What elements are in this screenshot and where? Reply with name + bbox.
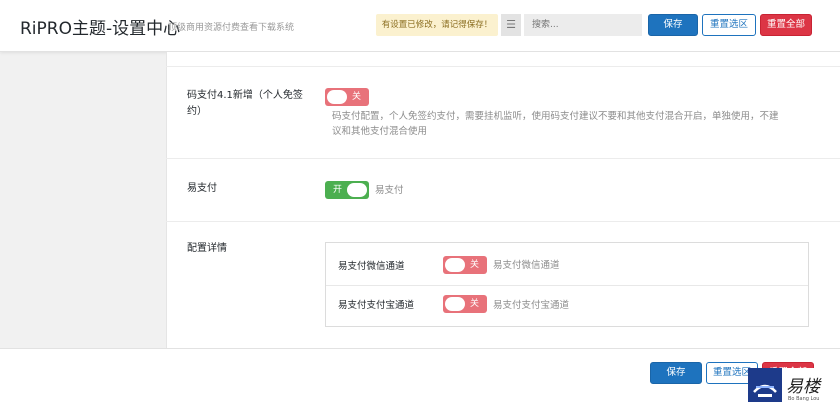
wechat-channel-description: 易支付微信通道 bbox=[493, 260, 560, 271]
alipay-channel-description: 易支付支付宝通道 bbox=[493, 300, 570, 311]
epay-toggle[interactable]: 开 bbox=[325, 181, 369, 199]
toggle-knob bbox=[347, 183, 367, 197]
toggle-state-label: 关 bbox=[469, 260, 479, 270]
field-label-config: 配置详情 bbox=[187, 243, 227, 254]
reset-all-button[interactable]: 重置全部 bbox=[760, 14, 812, 36]
watermark-text: 易楼 bbox=[786, 377, 820, 397]
page-title: RiPRO主题-设置中心 bbox=[20, 19, 181, 39]
save-button[interactable]: 保存 bbox=[650, 362, 702, 384]
reset-section-button[interactable]: 重置选区 bbox=[702, 14, 756, 36]
watermark-logo-icon bbox=[748, 368, 782, 402]
alipay-channel-toggle[interactable]: 关 bbox=[443, 295, 487, 313]
top-bar: RiPRO主题-设置中心 顶级商用资源付费查看下载系统 有设置已修改，请记得保存… bbox=[0, 0, 840, 52]
toggle-state-label: 关 bbox=[469, 299, 479, 309]
page-subtitle: 顶级商用资源付费查看下载系统 bbox=[168, 23, 295, 33]
watermark-subtext: Bo Bang Lou bbox=[788, 396, 820, 402]
alipay-channel-label: 易支付支付宝通道 bbox=[338, 300, 415, 311]
wechat-channel-toggle[interactable]: 关 bbox=[443, 256, 487, 274]
field-label-line: 码支付4.1新增（个人免签 bbox=[187, 90, 303, 101]
divider bbox=[166, 66, 840, 67]
toggle-knob bbox=[445, 258, 465, 272]
toggle-knob bbox=[445, 297, 465, 311]
codepay-description: 码支付配置，个人免签约支付，需要挂机监听，使用码支付建议不要和其他支付混合开启，… bbox=[332, 109, 810, 139]
toggle-knob bbox=[327, 90, 347, 104]
save-button[interactable]: 保存 bbox=[648, 14, 698, 36]
watermark: 易楼 Bo Bang Lou bbox=[748, 368, 832, 408]
divider bbox=[326, 285, 808, 286]
field-label-line: 约） bbox=[187, 106, 207, 117]
divider bbox=[166, 158, 840, 159]
codepay-toggle[interactable]: 关 bbox=[325, 88, 369, 106]
unsaved-notice: 有设置已修改，请记得保存！ bbox=[376, 14, 498, 36]
list-icon[interactable]: ☰ bbox=[501, 14, 521, 36]
field-label-codepay: 码支付4.1新增（个人免签 约） bbox=[187, 88, 303, 120]
description-line: 码支付配置，个人免签约支付，需要挂机监听，使用码支付建议不要和其他支付混合开启，… bbox=[332, 111, 779, 122]
field-label-epay: 易支付 bbox=[187, 183, 217, 194]
epay-description: 易支付 bbox=[375, 185, 404, 196]
description-line: 议和其他支付混合使用 bbox=[332, 126, 428, 137]
toggle-state-label: 关 bbox=[351, 92, 361, 102]
wechat-channel-label: 易支付微信通道 bbox=[338, 261, 405, 272]
toggle-state-label: 开 bbox=[333, 185, 343, 195]
divider bbox=[166, 221, 840, 222]
search-input[interactable] bbox=[524, 14, 642, 36]
bottom-bar: 保存 重置选区 重置全部 bbox=[0, 349, 840, 409]
